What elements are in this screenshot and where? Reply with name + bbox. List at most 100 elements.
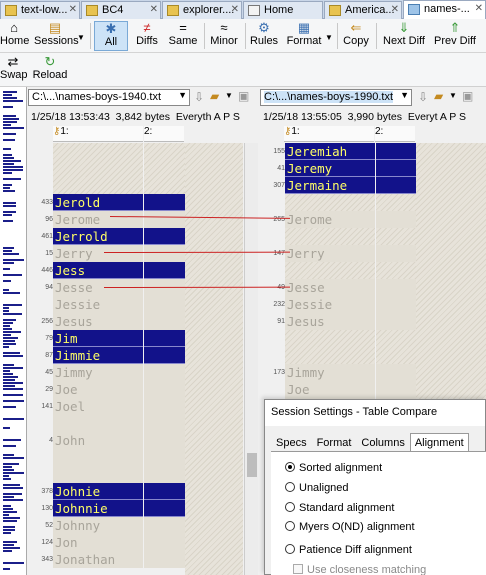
tab-home[interactable]: Home [243, 1, 323, 19]
radio-button[interactable] [285, 482, 295, 492]
table-row[interactable] [28, 449, 185, 466]
table-row[interactable]: 173 Jimmy [260, 364, 416, 381]
name-cell[interactable]: Jerrold [53, 228, 143, 245]
left-scrollbar[interactable] [244, 143, 258, 575]
checkbox[interactable] [293, 564, 303, 574]
rules-button[interactable]: ⚙ Rules [249, 21, 279, 51]
difference-overview[interactable] [0, 87, 27, 575]
value-cell[interactable] [376, 330, 416, 347]
name-cell[interactable]: John [53, 432, 143, 449]
name-cell[interactable]: Jesus [285, 313, 375, 330]
table-row[interactable]: 52 Johnny [28, 517, 185, 534]
name-cell[interactable]: Jerold [53, 194, 143, 211]
next-diff-button[interactable]: ⇓ Next Diff [380, 21, 428, 51]
value-cell[interactable] [376, 347, 416, 364]
same-button[interactable]: = Same [167, 21, 199, 51]
name-cell[interactable]: Joe [285, 381, 375, 398]
name-cell[interactable]: Jerry [285, 245, 375, 262]
name-cell[interactable]: Jon [53, 534, 143, 551]
table-row[interactable]: 124 Jon [28, 534, 185, 551]
table-row[interactable]: 378 Johnie [28, 483, 185, 500]
value-cell[interactable] [144, 500, 185, 517]
tab-columns[interactable]: Columns [356, 433, 409, 451]
table-row[interactable]: 41 Jeremy [260, 160, 416, 177]
name-cell[interactable] [285, 262, 375, 279]
close-icon[interactable]: ✕ [150, 4, 158, 15]
value-cell[interactable] [144, 466, 185, 483]
name-cell[interactable] [285, 330, 375, 347]
sessions-button[interactable]: ▤ Sessions [34, 21, 79, 51]
tab-alignment[interactable]: Alignment [409, 433, 469, 451]
radio-button[interactable] [285, 544, 295, 554]
value-cell[interactable] [376, 279, 416, 296]
table-row[interactable]: 141 Joel [28, 398, 185, 415]
close-icon[interactable]: ✕ [231, 4, 239, 15]
tab-america[interactable]: America... ✕ [324, 1, 402, 19]
value-cell[interactable] [376, 313, 416, 330]
close-icon[interactable]: ✕ [69, 4, 77, 15]
value-cell[interactable] [144, 449, 185, 466]
table-row[interactable]: 256 Jesus [28, 313, 185, 330]
column-header-2[interactable]: 2: [375, 126, 415, 142]
name-cell[interactable]: Jimmy [285, 364, 375, 381]
table-row[interactable] [28, 160, 185, 177]
option-unaligned[interactable]: Unaligned [285, 482, 349, 494]
name-cell[interactable]: Johnny [53, 517, 143, 534]
chevron-down-icon[interactable]: ▼ [225, 91, 233, 100]
name-cell[interactable] [53, 449, 143, 466]
value-cell[interactable] [144, 177, 185, 194]
value-cell[interactable] [144, 398, 185, 415]
value-cell[interactable] [376, 160, 416, 177]
value-cell[interactable] [144, 211, 185, 228]
name-cell[interactable]: Jerome [285, 211, 375, 228]
name-cell[interactable] [53, 160, 143, 177]
name-cell[interactable]: Jeremy [285, 160, 375, 177]
left-grid[interactable]: 433 Jerold 96 Jerome 461 Jerrold 15 Jerry 446 Jes… [28, 143, 185, 575]
table-row[interactable]: 79 Jim [28, 330, 185, 347]
value-cell[interactable] [144, 432, 185, 449]
tab-text-low[interactable]: text-low... ✕ [0, 1, 80, 19]
name-cell[interactable] [53, 177, 143, 194]
value-cell[interactable] [376, 364, 416, 381]
value-cell[interactable] [144, 143, 185, 160]
value-cell[interactable] [144, 517, 185, 534]
name-cell[interactable]: Joel [53, 398, 143, 415]
history-icon[interactable]: ⇩ [194, 90, 204, 104]
name-cell[interactable] [53, 415, 143, 432]
value-cell[interactable] [144, 160, 185, 177]
name-cell[interactable]: Jonathan [53, 551, 143, 568]
table-row[interactable] [28, 466, 185, 483]
name-cell[interactable]: Jessie [285, 296, 375, 313]
table-row[interactable]: 343 Jonathan [28, 551, 185, 568]
value-cell[interactable] [144, 381, 185, 398]
value-cell[interactable] [376, 296, 416, 313]
value-cell[interactable] [144, 194, 185, 211]
name-cell[interactable]: Jeremiah [285, 143, 375, 160]
table-row[interactable] [260, 330, 416, 347]
open-folder-icon[interactable]: ▰ [434, 89, 443, 103]
closeness-matching-checkbox[interactable]: Use closeness matching [293, 564, 426, 575]
tab-explorer[interactable]: explorer.... ✕ [162, 1, 242, 19]
table-row[interactable]: 461 Jerrold [28, 228, 185, 245]
radio-button[interactable] [285, 502, 295, 512]
table-row[interactable]: 91 Jesus [260, 313, 416, 330]
value-cell[interactable] [144, 245, 185, 262]
close-icon[interactable]: ✕ [475, 3, 483, 14]
chevron-down-icon[interactable]: ▼ [449, 91, 457, 100]
name-cell[interactable] [285, 347, 375, 364]
table-row[interactable] [260, 228, 416, 245]
radio-button[interactable] [285, 462, 295, 472]
name-cell[interactable]: Jessie [53, 296, 143, 313]
table-row[interactable]: 4 John [28, 432, 185, 449]
value-cell[interactable] [376, 228, 416, 245]
name-cell[interactable]: Joe [53, 381, 143, 398]
table-row[interactable] [260, 347, 416, 364]
option-patience-diff-alignment[interactable]: Patience Diff alignment [285, 544, 412, 556]
value-cell[interactable] [144, 296, 185, 313]
tab-specs[interactable]: Specs [271, 433, 312, 451]
diffs-button[interactable]: ≠ Diffs [131, 21, 163, 51]
value-cell[interactable] [144, 262, 185, 279]
name-cell[interactable]: Jim [53, 330, 143, 347]
close-icon[interactable]: ✕ [391, 4, 399, 15]
history-icon[interactable]: ⇩ [418, 90, 428, 104]
